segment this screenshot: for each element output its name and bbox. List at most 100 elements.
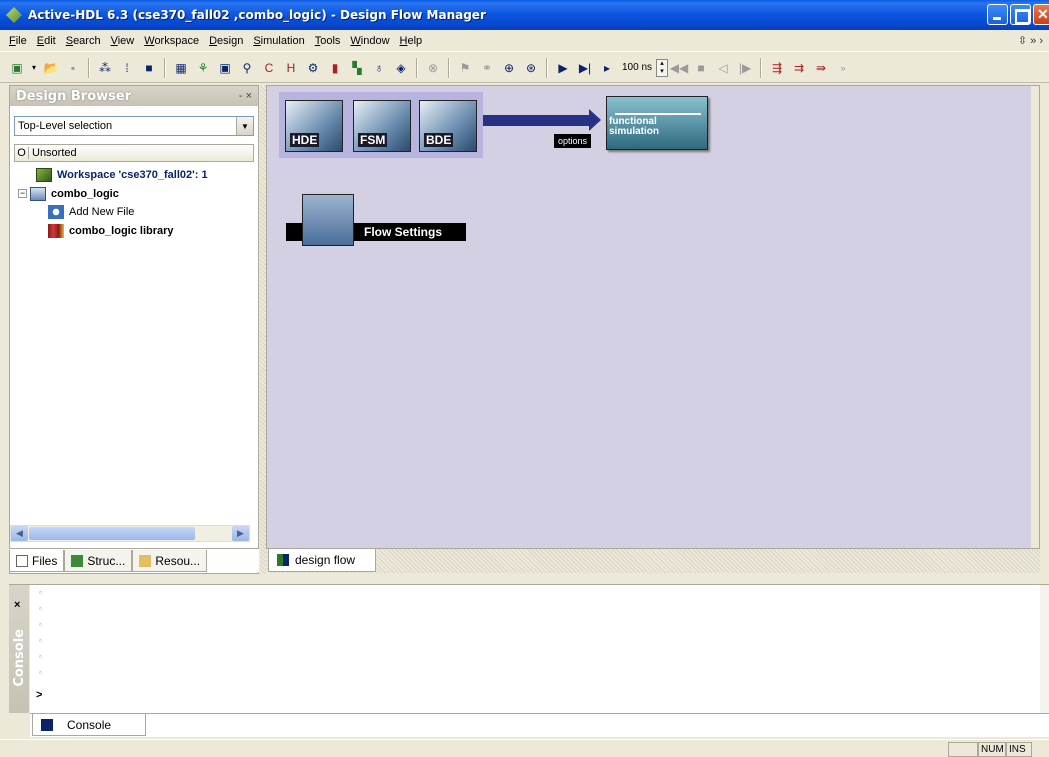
find-icon[interactable]: ⚲ [238, 59, 256, 77]
chevron-down-icon[interactable]: ▼ [236, 117, 253, 135]
design-icon [30, 187, 46, 201]
end-simulation-icon[interactable]: ■ [692, 59, 710, 77]
menu-help[interactable]: Help [395, 35, 428, 47]
unsorted-column-header[interactable]: Unsorted [29, 147, 77, 159]
bde-tile[interactable]: BDE [419, 100, 477, 152]
open-folder-icon[interactable]: 📂 [42, 59, 60, 77]
tab-console[interactable]: Console [32, 714, 146, 736]
top-level-selection-dropdown[interactable]: Top-Level selection ▼ [14, 116, 254, 136]
dropdown-arrow-icon[interactable]: ▾ [30, 59, 38, 77]
save-icon[interactable]: ▪ [64, 59, 82, 77]
console-tabs: Console [30, 713, 1049, 737]
c-debug-icon[interactable]: C [260, 59, 278, 77]
bookmark-icon[interactable]: ⚑ [456, 59, 474, 77]
run-for-icon[interactable]: ▸ [598, 59, 616, 77]
hierarchy-icon[interactable]: ⚘ [194, 59, 212, 77]
fsm-label: FSM [358, 133, 388, 147]
console-line: ▫ [39, 636, 42, 645]
tree-column-header[interactable]: O Unsorted [14, 144, 254, 162]
breakpoint-icon[interactable]: ⊕ [500, 59, 518, 77]
step-over-icon[interactable]: |▶ [736, 59, 754, 77]
horizontal-scrollbar[interactable]: ◀ ▶ [10, 525, 250, 542]
fsm-tile[interactable]: FSM [353, 100, 411, 152]
scroll-right-icon[interactable]: ▶ [232, 526, 249, 541]
simulation-time-field[interactable]: 100 ns [620, 61, 654, 74]
menu-edit[interactable]: Edit [32, 35, 61, 47]
vertical-scrollbar[interactable] [1031, 86, 1039, 548]
order-column-header[interactable]: O [15, 147, 29, 159]
run-until-icon[interactable]: ▶| [576, 59, 594, 77]
menu-window[interactable]: Window [345, 35, 394, 47]
scroll-thumb[interactable] [29, 527, 195, 540]
minimize-button[interactable] [987, 4, 1008, 25]
design-browser-header: Design Browser - × [10, 86, 258, 106]
toolbar-separator [164, 57, 166, 78]
tab-resources[interactable]: Resou... [132, 550, 208, 572]
watch-icon[interactable]: ⊛ [522, 59, 540, 77]
console-close-icon[interactable]: × [14, 599, 20, 611]
compile-all-icon[interactable]: ⁞ [118, 59, 136, 77]
console-line: ▫ [39, 652, 42, 661]
functional-simulation-button[interactable]: functional simulation [606, 96, 708, 150]
close-button[interactable] [1033, 4, 1049, 25]
options-button[interactable]: options [554, 134, 592, 148]
hdl-debug-icon[interactable]: H [282, 59, 300, 77]
tree-item-workspace[interactable]: Workspace 'cse370_fall02': 1 [36, 166, 208, 184]
console-vertical-scrollbar[interactable] [1040, 585, 1049, 713]
trace-icon[interactable]: ⇶ [768, 59, 786, 77]
tab-design-flow[interactable]: design flow [268, 549, 376, 572]
library-manager-icon[interactable]: ■ [140, 59, 158, 77]
compile-icon[interactable]: ⁂ [96, 59, 114, 77]
flow-settings-button[interactable] [302, 194, 354, 246]
tree-item-label: combo_logic [51, 188, 119, 200]
macro-icon[interactable]: ◈ [392, 59, 410, 77]
link-icon[interactable]: ⚭ [478, 59, 496, 77]
menu-workspace[interactable]: Workspace [139, 35, 204, 47]
tab-structure[interactable]: Struc... [64, 550, 133, 572]
new-workspace-icon[interactable]: ▣ [8, 59, 26, 77]
collapse-toggle-icon[interactable]: − [18, 189, 27, 198]
console-side-bar: × Console [9, 585, 29, 713]
step-back-icon[interactable]: ◀◀ [670, 59, 688, 77]
menu-view[interactable]: View [106, 35, 140, 47]
run-icon[interactable]: ▶ [554, 59, 572, 77]
tips-icon[interactable]: ♁ [370, 59, 388, 77]
tree-item-design[interactable]: combo_logic [30, 185, 119, 203]
toolbar-overflow-icon[interactable]: » [834, 59, 852, 77]
menu-overflow-icon[interactable]: ⇳ » › [1018, 34, 1043, 47]
toolbar-separator [546, 57, 548, 78]
library-icon[interactable]: ▮ [326, 59, 344, 77]
menu-tools[interactable]: Tools [310, 35, 346, 47]
console-output[interactable]: ▫ ▫ ▫ ▫ ▫ ▫ > [30, 585, 1040, 713]
hde-tile[interactable]: HDE [285, 100, 343, 152]
tree-item-add-new-file[interactable]: Add New File [48, 203, 134, 221]
console-prompt[interactable]: > [36, 689, 42, 701]
tab-files[interactable]: Files [9, 550, 65, 572]
hierarchy-icon [71, 554, 84, 567]
console-icon[interactable]: ▣ [216, 59, 234, 77]
design-flow-icon[interactable]: ▚ [348, 59, 366, 77]
maximize-button[interactable] [1010, 4, 1031, 25]
scroll-left-icon[interactable]: ◀ [11, 526, 28, 541]
stop-icon[interactable]: ⊗ [424, 59, 442, 77]
menu-design[interactable]: Design [204, 35, 248, 47]
tab-label: Struc... [87, 553, 126, 568]
step-into-icon[interactable]: ◁ [714, 59, 732, 77]
trace-over-icon[interactable]: ⇛ [812, 59, 830, 77]
trace-into-icon[interactable]: ⇉ [790, 59, 808, 77]
menu-search[interactable]: Search [61, 35, 106, 47]
time-spinner[interactable]: ▴ ▾ [656, 58, 669, 77]
waveform-icon[interactable]: ⚙ [304, 59, 322, 77]
tree-item-library[interactable]: combo_logic library [48, 222, 174, 240]
menu-file[interactable]: File [4, 35, 32, 47]
panel-close-icon[interactable]: - × [239, 90, 252, 102]
design-browser-title: Design Browser [16, 88, 132, 104]
design-browser-icon[interactable]: ▦ [172, 59, 190, 77]
console-line: ▫ [39, 588, 42, 597]
hde-label: HDE [290, 133, 320, 147]
flow-settings-label[interactable]: Flow Settings [364, 225, 442, 239]
insert-mode-indicator: INS [1006, 742, 1032, 757]
active-hdl-app-icon[interactable] [6, 7, 22, 23]
menu-simulation[interactable]: Simulation [248, 35, 309, 47]
main-toolbar: ▣ ▾ 📂 ▪ ⁂ ⁞ ■ ▦ ⚘ ▣ ⚲ C H ⚙ ▮ ▚ ♁ ◈ ⊗ ⚑ … [0, 53, 1049, 83]
